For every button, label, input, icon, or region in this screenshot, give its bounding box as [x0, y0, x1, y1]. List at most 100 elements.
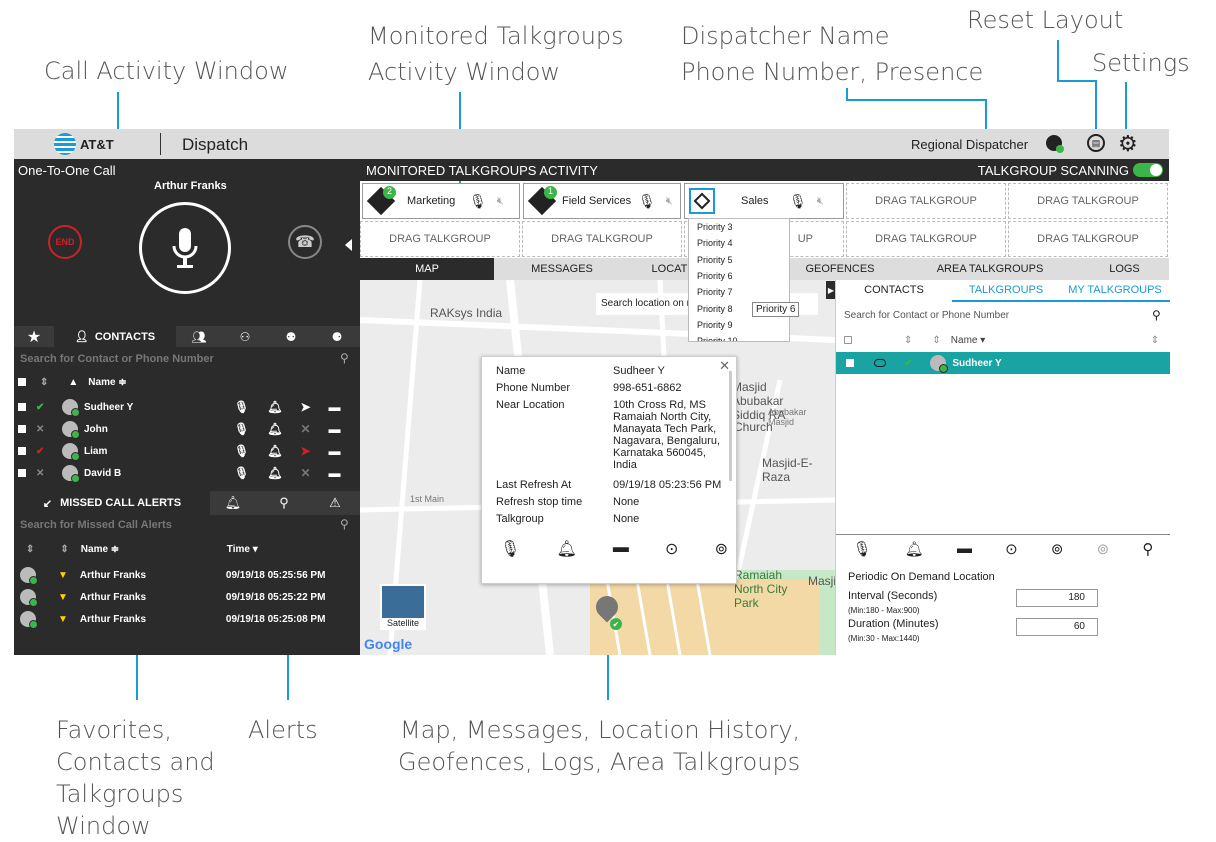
contact-search-input[interactable]: Search for Contact or Phone Number [20, 353, 214, 365]
contact-row[interactable]: ✕ John 🎙︎ 🔔︎ ✕ ▬ [18, 418, 348, 440]
row-icons[interactable]: 🎙︎ 🔔︎ ✕ ▬ [234, 466, 341, 480]
satellite-toggle[interactable]: Satellite [380, 584, 426, 630]
drag-talkgroup-slot[interactable]: DRAG TALKGROUP [360, 221, 520, 257]
selected-contact-row[interactable]: ✔ Sudheer Y [836, 352, 1170, 374]
ptt-icon[interactable]: 🎙︎ [234, 466, 249, 480]
name-header[interactable]: Name ≑ [88, 377, 126, 388]
locate-icon[interactable]: ➤ [300, 444, 310, 458]
message-icon[interactable]: ▬ [329, 444, 341, 458]
priority-option[interactable]: Priority 6 [689, 268, 789, 284]
priority-option[interactable]: Priority 10 [689, 333, 789, 341]
geofence-tab-icon[interactable]: ⚲ [256, 495, 312, 511]
message-icon[interactable]: ▬ [957, 540, 972, 557]
talkgroup-icon[interactable]: ⚇ [222, 330, 268, 344]
row-icons[interactable]: 🎙︎ 🔔︎ ✕ ▬ [234, 422, 341, 436]
row-icons[interactable]: 🎙︎ 🔔︎ ➤ ▬ [234, 400, 341, 414]
row-checkbox[interactable] [18, 425, 26, 433]
alert-search-input[interactable]: Search for Missed Call Alerts [20, 519, 172, 531]
tab-missed-call-alerts[interactable]: ↙ MISSED CALL ALERTS [14, 491, 210, 515]
ptt-icon[interactable]: 🎙︎ [853, 540, 872, 558]
patch-group-icon[interactable]: ⚈ [314, 330, 360, 344]
hangup-button[interactable]: ☎ [288, 225, 322, 259]
toggle-switch[interactable] [1133, 163, 1163, 177]
dispatcher-name[interactable]: Regional Dispatcher [911, 137, 1028, 152]
mute-icon[interactable]: 🔇︎ [497, 195, 504, 208]
locate-icon[interactable]: ⊙ [665, 539, 678, 559]
alert-bell-icon[interactable]: 🔔︎ [267, 444, 282, 458]
search-icon[interactable]: ⚲ [340, 351, 349, 365]
end-call-button[interactable]: END [48, 225, 82, 259]
drag-talkgroup-slot[interactable]: DRAG TALKGROUP [522, 221, 682, 257]
message-icon[interactable]: ▬ [613, 539, 629, 559]
alert-row[interactable]: ▼ Arthur Franks 09/19/18 05:25:22 PM [20, 586, 350, 608]
time-header[interactable]: Time ▾ [227, 544, 258, 555]
alert-bell-icon[interactable]: 🔔︎ [267, 466, 282, 480]
right-search-input[interactable]: Search for Contact or Phone Number [844, 310, 1009, 321]
duration-input[interactable]: 60 [1016, 618, 1098, 636]
collapse-arrow-icon[interactable] [345, 239, 352, 251]
reset-layout-icon[interactable]: ▤ [1087, 134, 1105, 152]
select-all-checkbox[interactable] [18, 378, 26, 386]
message-icon[interactable]: ▬ [329, 466, 341, 480]
message-bubble-icon[interactable] [874, 359, 886, 367]
tab-my-talkgroups[interactable]: MY TALKGROUPS [1060, 280, 1170, 302]
priority-option[interactable]: Priority 7 [689, 284, 789, 300]
row-checkbox[interactable] [18, 447, 26, 455]
tab-contacts[interactable]: 👤︎ CONTACTS [54, 326, 176, 347]
alert-row[interactable]: ▼ Arthur Franks 09/19/18 05:25:56 PM [20, 564, 350, 586]
alert-row[interactable]: ▼ Arthur Franks 09/19/18 05:25:08 PM [20, 608, 350, 630]
tab-geofences[interactable]: GEOFENCES [780, 258, 900, 280]
ptt-icon[interactable]: 🎙︎ [789, 193, 807, 210]
alert-bell-icon[interactable]: 🔔︎ [267, 422, 282, 436]
drag-talkgroup-slot[interactable]: DRAG TALKGROUP [846, 221, 1006, 257]
priority-option[interactable]: Priority 4 [689, 235, 789, 251]
sort-icon[interactable]: ⇕ [1151, 335, 1159, 346]
tab-map[interactable]: MAP [360, 258, 494, 280]
contact-row[interactable]: ✕ David B 🎙︎ 🔔︎ ✕ ▬ [18, 462, 348, 484]
group-icon[interactable]: 👥︎ [176, 330, 222, 344]
drag-talkgroup-slot[interactable]: DRAG TALKGROUP [846, 183, 1006, 219]
ptt-button[interactable] [139, 202, 231, 294]
alert-bell-tab-icon[interactable]: 🔔︎ [210, 495, 256, 511]
priority-option[interactable]: Priority 3 [689, 219, 789, 235]
row-checkbox[interactable] [18, 469, 26, 477]
message-icon[interactable]: ▬ [329, 400, 341, 414]
row-checkbox[interactable] [18, 403, 26, 411]
talkgroup-tile-field-services[interactable]: 1 Field Services 🎙︎ 🔇︎ [523, 183, 681, 219]
ptt-icon[interactable]: 🎙︎ [234, 400, 249, 414]
talkgroup-tile-sales[interactable]: Sales 🎙︎ 🔇︎ [684, 183, 844, 219]
emergency-tab-icon[interactable]: ⚠ [312, 495, 358, 511]
locate-icon[interactable]: ⊙ [1005, 540, 1018, 558]
track-icon[interactable]: ⊚ [715, 539, 728, 559]
locate-icon[interactable]: ➤ [300, 400, 310, 414]
popup-scrollbar[interactable] [729, 371, 732, 481]
interval-input[interactable]: 180 [1016, 589, 1098, 607]
priority-option[interactable]: Priority 9 [689, 317, 789, 333]
priority-option[interactable]: Priority 5 [689, 252, 789, 268]
ptt-icon[interactable]: 🎙︎ [234, 444, 249, 458]
search-icon[interactable]: ⚲ [1152, 308, 1161, 322]
tab-contacts[interactable]: CONTACTS [836, 280, 952, 302]
presence-avatar-icon[interactable] [1044, 133, 1064, 153]
select-all-checkbox[interactable] [844, 336, 852, 344]
row-checkbox[interactable] [846, 359, 854, 367]
tab-messages[interactable]: MESSAGES [494, 258, 630, 280]
priority-selector-icon[interactable] [689, 188, 715, 214]
area-group-icon[interactable]: ⚉ [268, 330, 314, 344]
priority-dropdown[interactable]: Priority 3 Priority 4 Priority 5 Priorit… [688, 218, 790, 342]
talkgroup-tile-marketing[interactable]: 2 Marketing 🎙︎ 🔇︎ [362, 183, 520, 219]
name-header[interactable]: Name ▾ [951, 335, 1151, 346]
mute-icon[interactable]: 🔇︎ [817, 195, 824, 208]
sort-up-icon[interactable]: ▲ [68, 377, 78, 388]
drag-talkgroup-slot[interactable]: DRAG TALKGROUP [1008, 221, 1168, 257]
ptt-icon[interactable]: 🎙︎ [469, 193, 487, 210]
ptt-icon[interactable]: 🎙︎ [234, 422, 249, 436]
search-icon[interactable]: ⚲ [340, 517, 349, 531]
settings-gear-icon[interactable]: ⚙ [1118, 131, 1138, 157]
mute-icon[interactable]: 🔇︎ [666, 195, 673, 208]
ptt-icon[interactable]: 🎙︎ [500, 539, 520, 559]
contact-row[interactable]: ✔ Sudheer Y 🎙︎ 🔔︎ ➤ ▬ [18, 396, 348, 418]
sort-icon[interactable]: ⇕ [60, 544, 68, 555]
alert-bell-icon[interactable]: 🔔︎ [905, 540, 924, 558]
tab-area-talkgroups[interactable]: AREA TALKGROUPS [900, 258, 1080, 280]
